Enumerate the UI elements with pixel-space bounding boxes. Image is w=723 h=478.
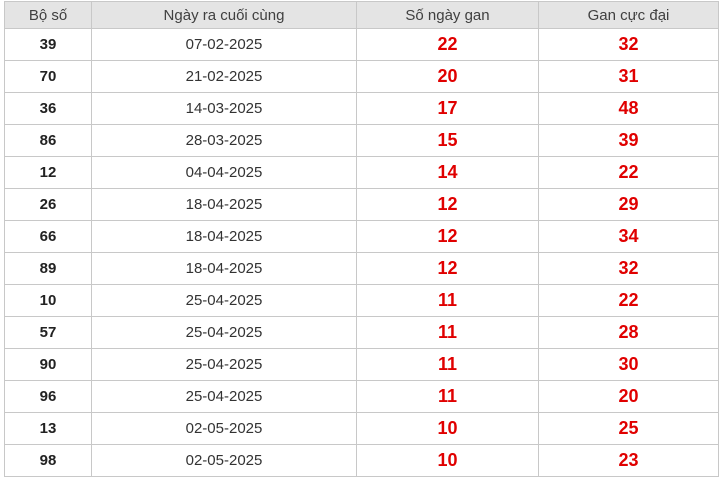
gan-statistics-table-container: Bộ số Ngày ra cuối cùng Số ngày gan Gan … — [4, 1, 719, 477]
max-gan-cell: 39 — [538, 124, 719, 157]
last-date-cell: 14-03-2025 — [91, 92, 357, 125]
number-cell: 89 — [4, 252, 92, 285]
number-cell: 98 — [4, 444, 92, 477]
max-gan-cell: 25 — [538, 412, 719, 445]
gan-days-cell: 11 — [356, 380, 539, 413]
max-gan-cell: 30 — [538, 348, 719, 381]
last-date-cell: 28-03-2025 — [91, 124, 357, 157]
max-gan-cell: 34 — [538, 220, 719, 253]
header-max-gan: Gan cực đại — [538, 1, 719, 29]
table-row: 70 21-02-2025 20 31 — [4, 60, 719, 93]
last-date-cell: 18-04-2025 — [91, 220, 357, 253]
gan-days-cell: 10 — [356, 412, 539, 445]
max-gan-cell: 22 — [538, 156, 719, 189]
gan-days-cell: 12 — [356, 188, 539, 221]
gan-days-cell: 15 — [356, 124, 539, 157]
last-date-cell: 02-05-2025 — [91, 412, 357, 445]
table-row: 96 25-04-2025 11 20 — [4, 380, 719, 413]
gan-days-cell: 12 — [356, 252, 539, 285]
gan-days-cell: 14 — [356, 156, 539, 189]
table-row: 39 07-02-2025 22 32 — [4, 28, 719, 61]
number-cell: 66 — [4, 220, 92, 253]
table-row: 12 04-04-2025 14 22 — [4, 156, 719, 189]
gan-days-cell: 11 — [356, 284, 539, 317]
number-cell: 96 — [4, 380, 92, 413]
table-row: 13 02-05-2025 10 25 — [4, 412, 719, 445]
table-row: 36 14-03-2025 17 48 — [4, 92, 719, 125]
last-date-cell: 25-04-2025 — [91, 348, 357, 381]
last-date-cell: 18-04-2025 — [91, 252, 357, 285]
table-row: 66 18-04-2025 12 34 — [4, 220, 719, 253]
header-last-date: Ngày ra cuối cùng — [91, 1, 357, 29]
max-gan-cell: 32 — [538, 252, 719, 285]
max-gan-cell: 29 — [538, 188, 719, 221]
header-row: Bộ số Ngày ra cuối cùng Số ngày gan Gan … — [4, 1, 719, 29]
number-cell: 70 — [4, 60, 92, 93]
table-row: 10 25-04-2025 11 22 — [4, 284, 719, 317]
gan-days-cell: 10 — [356, 444, 539, 477]
last-date-cell: 21-02-2025 — [91, 60, 357, 93]
number-cell: 10 — [4, 284, 92, 317]
table-row: 86 28-03-2025 15 39 — [4, 124, 719, 157]
gan-statistics-table: Bộ số Ngày ra cuối cùng Số ngày gan Gan … — [4, 1, 719, 477]
last-date-cell: 25-04-2025 — [91, 380, 357, 413]
max-gan-cell: 32 — [538, 28, 719, 61]
max-gan-cell: 22 — [538, 284, 719, 317]
header-number: Bộ số — [4, 1, 92, 29]
max-gan-cell: 23 — [538, 444, 719, 477]
number-cell: 13 — [4, 412, 92, 445]
max-gan-cell: 48 — [538, 92, 719, 125]
gan-days-cell: 11 — [356, 316, 539, 349]
max-gan-cell: 20 — [538, 380, 719, 413]
last-date-cell: 04-04-2025 — [91, 156, 357, 189]
gan-days-cell: 17 — [356, 92, 539, 125]
number-cell: 39 — [4, 28, 92, 61]
gan-days-cell: 20 — [356, 60, 539, 93]
last-date-cell: 02-05-2025 — [91, 444, 357, 477]
table-row: 98 02-05-2025 10 23 — [4, 444, 719, 477]
header-gan-days: Số ngày gan — [356, 1, 539, 29]
last-date-cell: 18-04-2025 — [91, 188, 357, 221]
number-cell: 57 — [4, 316, 92, 349]
table-body: 39 07-02-2025 22 32 70 21-02-2025 20 31 36 14-03-… — [4, 28, 719, 477]
number-cell: 86 — [4, 124, 92, 157]
table-row: 26 18-04-2025 12 29 — [4, 188, 719, 221]
number-cell: 36 — [4, 92, 92, 125]
max-gan-cell: 28 — [538, 316, 719, 349]
table-row: 90 25-04-2025 11 30 — [4, 348, 719, 381]
table-row: 57 25-04-2025 11 28 — [4, 316, 719, 349]
last-date-cell: 25-04-2025 — [91, 316, 357, 349]
last-date-cell: 25-04-2025 — [91, 284, 357, 317]
max-gan-cell: 31 — [538, 60, 719, 93]
number-cell: 26 — [4, 188, 92, 221]
table-header: Bộ số Ngày ra cuối cùng Số ngày gan Gan … — [4, 1, 719, 29]
number-cell: 90 — [4, 348, 92, 381]
gan-days-cell: 22 — [356, 28, 539, 61]
last-date-cell: 07-02-2025 — [91, 28, 357, 61]
gan-days-cell: 11 — [356, 348, 539, 381]
number-cell: 12 — [4, 156, 92, 189]
table-row: 89 18-04-2025 12 32 — [4, 252, 719, 285]
gan-days-cell: 12 — [356, 220, 539, 253]
